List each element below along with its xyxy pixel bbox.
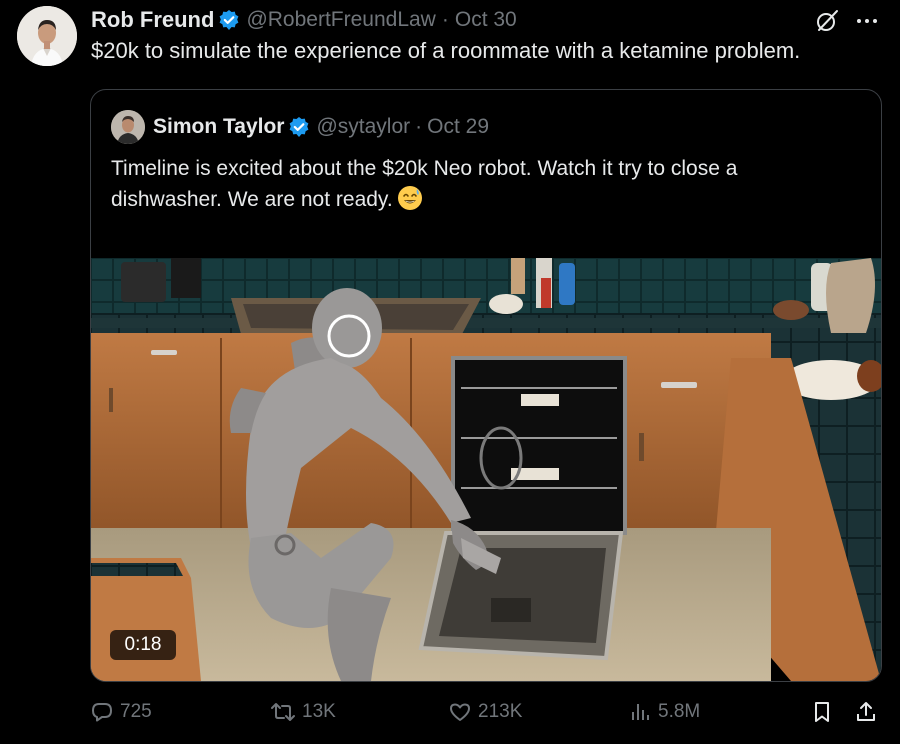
quoted-date[interactable]: Oct 29: [427, 115, 489, 139]
quoted-header: Simon Taylor @sytaylor · Oct 29: [111, 110, 489, 144]
bookmark-button[interactable]: [810, 700, 834, 724]
grok-icon[interactable]: [814, 8, 840, 39]
more-icon[interactable]: [854, 8, 880, 39]
bookmark-icon: [810, 700, 834, 724]
views-count: 5.8M: [658, 701, 701, 722]
verified-badge-icon: [218, 9, 240, 31]
reply-button[interactable]: 725: [90, 700, 152, 724]
separator: ·: [415, 115, 423, 138]
reply-count: 725: [120, 701, 152, 722]
video-duration: 0:18: [110, 630, 176, 660]
tweet-text: $20k to simulate the experience of a roo…: [91, 38, 801, 63]
video-frame-illustration: [91, 258, 881, 681]
views-icon: [628, 700, 652, 724]
tweet-header: Rob Freund @RobertFreundLaw · Oct 30: [91, 5, 517, 35]
separator: ·: [441, 8, 449, 31]
sweat-smile-emoji: [397, 185, 423, 220]
author-handle[interactable]: @RobertFreundLaw: [246, 8, 435, 32]
video-player[interactable]: [91, 258, 881, 681]
tweet-date[interactable]: Oct 30: [455, 8, 517, 32]
like-icon: [448, 700, 472, 724]
verified-badge-icon: [288, 116, 310, 138]
like-count: 213K: [478, 701, 523, 722]
action-bar: 725 13K 213K 5.8M: [90, 700, 880, 730]
like-button[interactable]: 213K: [448, 700, 522, 724]
quoted-text-block: Timeline is excited about the $20k Neo r…: [111, 153, 851, 220]
repost-icon: [270, 700, 296, 724]
repost-button[interactable]: 13K: [270, 700, 336, 724]
reply-icon: [90, 700, 114, 724]
quoted-text: Timeline is excited about the $20k Neo r…: [111, 157, 738, 211]
quoted-author-name[interactable]: Simon Taylor: [153, 115, 284, 139]
repost-count: 13K: [302, 701, 336, 722]
author-name[interactable]: Rob Freund: [91, 7, 214, 33]
author-avatar[interactable]: [17, 6, 77, 66]
share-icon: [854, 700, 878, 724]
share-button[interactable]: [854, 700, 878, 724]
quoted-author-avatar[interactable]: [111, 110, 145, 144]
views-button[interactable]: 5.8M: [628, 700, 700, 724]
quoted-tweet[interactable]: Simon Taylor @sytaylor · Oct 29 Timeline…: [90, 89, 882, 682]
quoted-author-handle[interactable]: @sytaylor: [316, 115, 410, 139]
